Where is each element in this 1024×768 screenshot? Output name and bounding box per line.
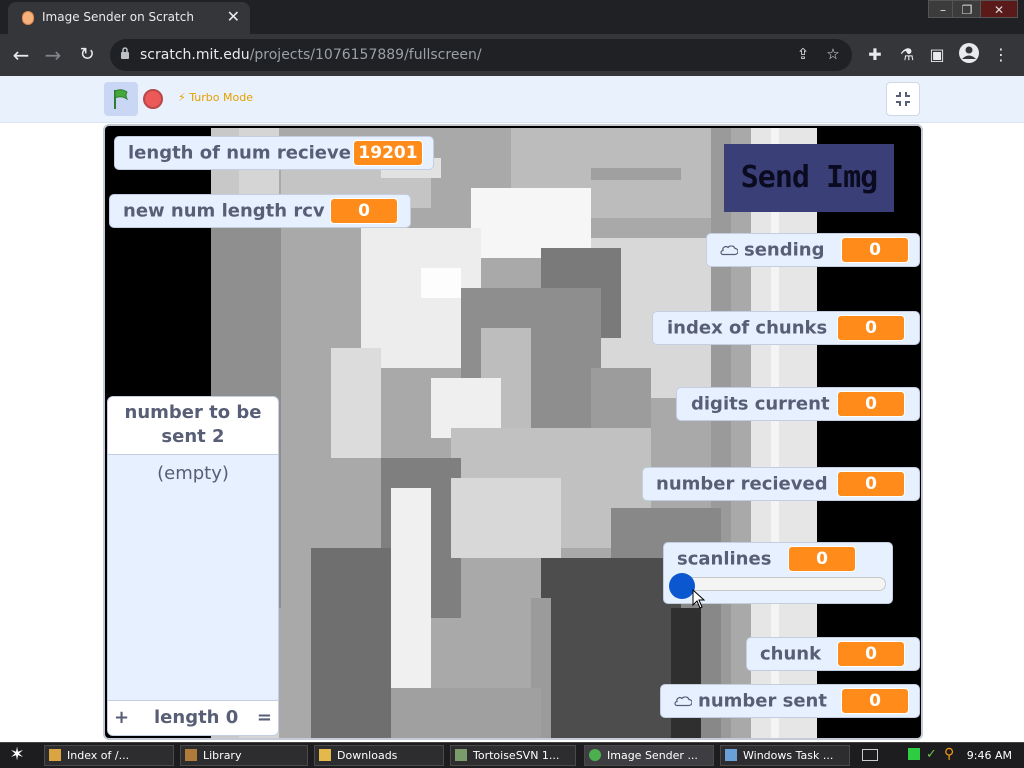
monitor-label: index of chunks: [667, 317, 828, 339]
monitor-value: 0: [837, 641, 905, 667]
monitor-number-recieved: number recieved 0: [642, 467, 920, 501]
keyboard-tray-icon[interactable]: [862, 749, 878, 761]
monitor-value: 0: [837, 471, 905, 497]
taskbar-item-label: Downloads: [337, 749, 398, 762]
monitor-value: 0: [330, 198, 398, 224]
url-host: scratch.mit.edu: [140, 47, 250, 63]
monitor-sending: sending 0: [706, 233, 920, 267]
url-path: /projects/1076157889/fullscreen/: [249, 47, 482, 63]
list-empty-text: (empty): [157, 463, 229, 484]
green-flag-button[interactable]: [104, 82, 138, 116]
taskmgr-icon: [725, 749, 737, 761]
restore-button[interactable]: ❐: [952, 0, 982, 18]
stop-button[interactable]: [143, 89, 163, 109]
cloud-icon: [720, 245, 738, 256]
taskbar-item-downloads[interactable]: Downloads: [314, 745, 444, 766]
share-icon[interactable]: ⇪: [792, 45, 814, 65]
taskbar-item-index[interactable]: Index of /...: [44, 745, 174, 766]
tab-title: Image Sender on Scratch: [42, 10, 194, 24]
monitor-index-of-chunks: index of chunks 0: [652, 311, 920, 345]
monitor-label: scanlines: [677, 548, 772, 570]
taskbar-item-label: Library: [203, 749, 242, 762]
monitor-value: 0: [841, 237, 909, 263]
resize-handle[interactable]: =: [257, 707, 272, 728]
monitor-value: 0: [837, 391, 905, 417]
windows-taskbar: ✶ Index of /... Library Downloads Tortoi…: [0, 742, 1024, 768]
send-img-button[interactable]: Send Img: [724, 144, 894, 212]
lightning-icon: ⚡: [178, 91, 186, 104]
tray-search-icon[interactable]: ⚲: [944, 746, 954, 762]
scanlines-slider-track[interactable]: [676, 577, 886, 591]
close-window-button[interactable]: ✕: [980, 0, 1018, 18]
monitor-label: number recieved: [656, 473, 828, 495]
monitor-chunk: chunk 0: [746, 637, 920, 671]
taskbar-clock[interactable]: 9:46 AM: [967, 749, 1012, 762]
monitor-label: digits current: [691, 393, 830, 415]
taskbar-item-label: Windows Task ...: [743, 749, 834, 762]
chrome-icon: [589, 749, 601, 761]
tray-network-icon[interactable]: ✓: [926, 747, 937, 762]
folder-icon: [319, 749, 331, 761]
address-bar[interactable]: scratch.mit.edu/projects/1076157889/full…: [110, 39, 852, 71]
monitor-number-sent: number sent 0: [660, 684, 920, 718]
list-length-label: length 0: [154, 707, 239, 728]
monitor-label: chunk: [760, 643, 822, 665]
folder-icon: [49, 749, 61, 761]
monitor-label: length of num recieve: [128, 142, 351, 164]
monitor-label: new num length rcv: [123, 200, 325, 222]
cloud-icon: [674, 696, 692, 707]
start-button-star-icon[interactable]: ✶: [4, 744, 30, 766]
taskbar-item-label: Image Sender ...: [607, 749, 698, 762]
turbo-mode-indicator: ⚡ Turbo Mode: [178, 91, 253, 104]
list-title: number to be sent 2: [108, 397, 278, 455]
taskbar-item-task-manager[interactable]: Windows Task ...: [720, 745, 850, 766]
side-panel-icon[interactable]: ▣: [926, 45, 948, 65]
monitor-length-of-num-recieve: length of num recieve 19201: [114, 136, 434, 170]
menu-kebab-icon[interactable]: ⋮: [990, 45, 1012, 65]
monitor-value: 0: [837, 315, 905, 341]
back-arrow-icon[interactable]: ←: [8, 42, 34, 68]
monitor-label-text: number sent: [698, 690, 827, 712]
list-monitor-number-to-be-sent-2: number to be sent 2 (empty) + length 0 =: [107, 396, 279, 736]
forward-arrow-icon[interactable]: →: [40, 42, 66, 68]
monitor-value: 0: [841, 688, 909, 714]
browser-toolbar: ← → ↻ scratch.mit.edu/projects/107615788…: [0, 34, 1024, 76]
url-text: scratch.mit.edu/projects/1076157889/full…: [140, 47, 482, 63]
add-item-button[interactable]: +: [114, 707, 129, 728]
monitor-label: sending: [720, 240, 825, 261]
scratch-favicon-icon: [22, 11, 34, 25]
profile-avatar-icon[interactable]: [958, 42, 980, 63]
taskbar-item-tortoisesvn[interactable]: TortoiseSVN 1...: [450, 745, 576, 766]
green-flag-icon: [114, 89, 129, 109]
taskbar-item-image-sender[interactable]: Image Sender ...: [584, 745, 714, 766]
monitor-value: 19201: [353, 140, 423, 166]
monitor-new-num-length-rcv: new num length rcv 0: [109, 194, 411, 228]
taskbar-item-library[interactable]: Library: [180, 745, 308, 766]
browser-tab-bar: Image Sender on Scratch ✕ – ❐ ✕: [0, 0, 1024, 34]
labs-flask-icon[interactable]: ⚗: [896, 45, 918, 65]
bookmark-star-icon[interactable]: ☆: [822, 45, 844, 65]
exit-fullscreen-icon: [896, 92, 910, 106]
reload-icon[interactable]: ↻: [74, 42, 100, 68]
library-icon: [185, 749, 197, 761]
tortoise-icon: [455, 749, 467, 761]
lock-icon: [121, 47, 129, 59]
mouse-cursor-icon: [692, 589, 706, 609]
browser-tab[interactable]: Image Sender on Scratch ✕: [8, 2, 250, 34]
monitor-label-text: sending: [744, 239, 825, 261]
monitor-digits-current: digits current 0: [676, 387, 920, 421]
taskbar-item-label: TortoiseSVN 1...: [473, 749, 560, 762]
extensions-icon[interactable]: ✚: [864, 45, 886, 65]
monitor-value: 0: [788, 546, 856, 572]
taskbar-item-label: Index of /...: [67, 749, 130, 762]
turbo-mode-label: Turbo Mode: [189, 91, 253, 104]
close-tab-icon[interactable]: ✕: [227, 7, 240, 26]
monitor-label: number sent: [674, 691, 827, 712]
tray-status-icon[interactable]: [908, 748, 920, 760]
list-footer: + length 0 =: [108, 700, 278, 735]
exit-fullscreen-button[interactable]: [886, 82, 920, 116]
